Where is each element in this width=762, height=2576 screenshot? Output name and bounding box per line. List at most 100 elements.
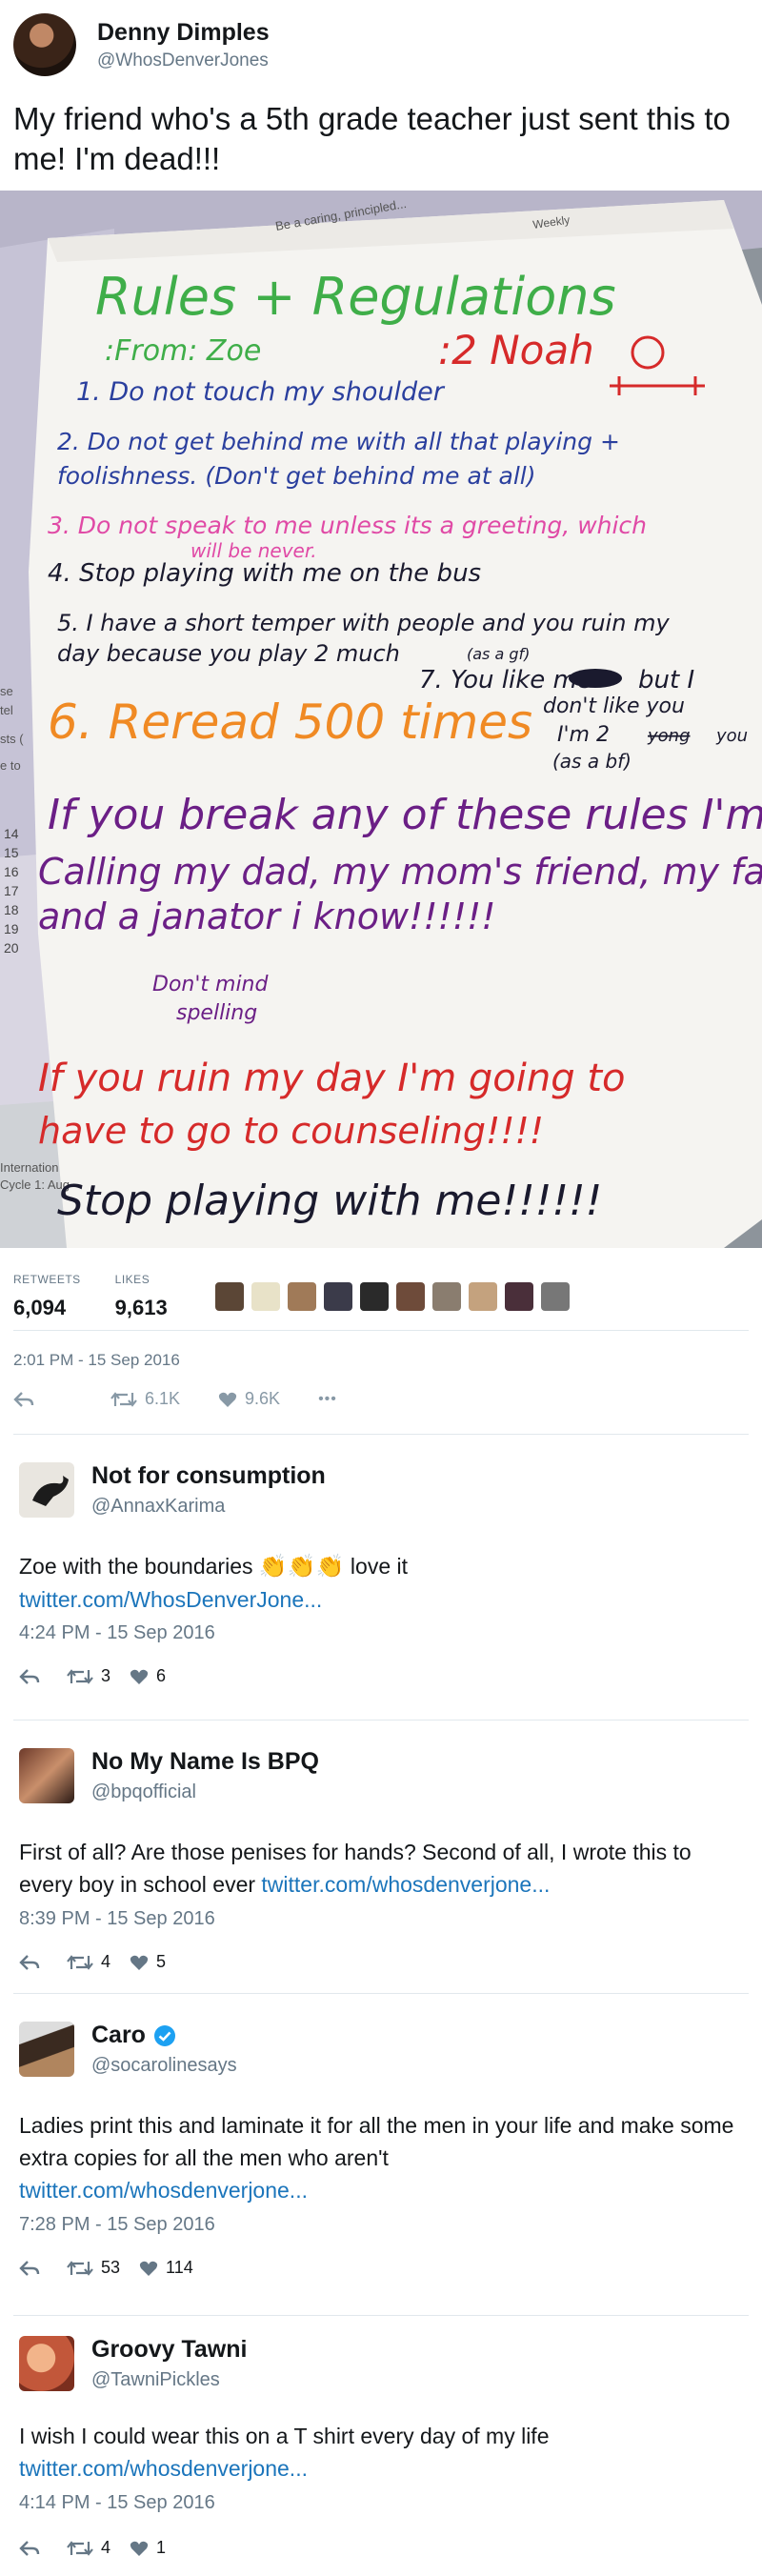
reply-icon (19, 1954, 40, 1970)
retweet-button[interactable]: 53 (67, 2258, 120, 2278)
reply-button[interactable] (19, 2540, 40, 2557)
reply-timestamp[interactable]: 4:24 PM - 15 Sep 2016 (19, 1622, 215, 1644)
rule-4: 4. Stop playing with me on the bus (48, 559, 481, 588)
reply-timestamp[interactable]: 7:28 PM - 15 Sep 2016 (19, 2214, 215, 2236)
like-button[interactable]: 1 (130, 2538, 166, 2558)
reply-button[interactable] (19, 1954, 40, 1971)
reply-link[interactable]: twitter.com/WhosDenverJone... (19, 1587, 322, 1612)
rule-2-line1: 2. Do not get behind me with all that pl… (57, 428, 620, 455)
avatar[interactable] (19, 1748, 74, 1803)
author-handle[interactable]: @WhosDenverJones (97, 50, 270, 71)
retweets-stat[interactable]: RETWEETS 6,094 (13, 1273, 81, 1320)
reply-icon (13, 1391, 34, 1407)
rule-5-line2: day because you play 2 much (57, 640, 400, 667)
break-line1: If you break any of these rules I'm (48, 791, 762, 839)
table-numbers: 14 15 16 17 18 19 20 (4, 826, 19, 956)
reply-header: No My Name Is BPQ @bpqofficial (19, 1748, 319, 1803)
bird-avatar-icon (32, 1476, 69, 1506)
break-line3: and a janator i know!!!!!! (38, 896, 495, 937)
reply-author-name[interactable]: No My Name Is BPQ (91, 1748, 319, 1776)
verified-icon (153, 2024, 176, 2047)
rule-3-line1: 3. Do not speak to me unless its a greet… (48, 512, 647, 539)
retweet-button[interactable]: 4 (67, 1952, 110, 1972)
reply-button[interactable] (19, 1668, 40, 1685)
retweet-icon (67, 2260, 93, 2276)
svg-text:tel: tel (0, 703, 13, 717)
avatar[interactable] (19, 2022, 74, 2077)
stop-line: Stop playing with me!!!!!! (57, 1177, 602, 1225)
reply-actions: 3 6 (19, 1666, 204, 1686)
retweet-button[interactable]: 6.1K (110, 1389, 180, 1409)
reply-button[interactable] (19, 2260, 40, 2277)
liker-avatar[interactable] (504, 1282, 533, 1311)
liker-avatar[interactable] (214, 1282, 244, 1311)
liker-avatar[interactable] (287, 1282, 316, 1311)
svg-text:20: 20 (4, 940, 19, 956)
liker-avatar[interactable] (251, 1282, 280, 1311)
reply-text: Zoe with the boundaries 👏👏👏 love it twit… (19, 1550, 743, 1616)
reply-author-name[interactable]: Caro (91, 2022, 237, 2049)
svg-text:18: 18 (4, 902, 19, 917)
svg-text:se: se (0, 684, 13, 698)
likes-stat[interactable]: LIKES 9,613 (115, 1273, 168, 1320)
reply-header: Not for consumption @AnnaxKarima (19, 1462, 326, 1518)
spelling: spelling (176, 1001, 257, 1025)
reply-timestamp[interactable]: 4:14 PM - 15 Sep 2016 (19, 2492, 215, 2514)
dont-mind: Don't mind (152, 973, 269, 996)
clap-emoji: 👏👏👏 (258, 1554, 345, 1580)
reply-author-handle[interactable]: @AnnaxKarima (91, 1496, 326, 1518)
liker-avatar[interactable] (468, 1282, 497, 1311)
divider (13, 2315, 749, 2316)
ruin-line1: If you ruin my day I'm going to (38, 1057, 625, 1100)
heart-icon (218, 1392, 237, 1407)
reply-link[interactable]: twitter.com/whosdenverjone... (261, 1872, 550, 1897)
like-button[interactable]: 6 (130, 1666, 166, 1686)
liker-avatar[interactable] (431, 1282, 461, 1311)
retweet-icon (67, 1954, 93, 1970)
heart-icon (139, 2261, 158, 2276)
tweet-timestamp[interactable]: 2:01 PM - 15 Sep 2016 (13, 1351, 180, 1370)
svg-text:19: 19 (4, 921, 19, 936)
reply-author-name[interactable]: Not for consumption (91, 1462, 326, 1490)
author-name[interactable]: Denny Dimples (97, 19, 270, 47)
retweet-icon (67, 2540, 93, 2556)
tweet-header: Denny Dimples @WhosDenverJones (13, 13, 270, 76)
reply-timestamp[interactable]: 8:39 PM - 15 Sep 2016 (19, 1908, 215, 1930)
liker-avatar[interactable] (359, 1282, 389, 1311)
reply-author-handle[interactable]: @socarolinesays (91, 2055, 237, 2077)
rule-1: 1. Do not touch my shoulder (76, 377, 446, 407)
liker-avatar[interactable] (540, 1282, 570, 1311)
rule-7-end: but I (638, 666, 694, 694)
retweet-icon (67, 1668, 93, 1684)
ruin-line2: have to go to counseling!!!! (38, 1110, 544, 1152)
like-button[interactable]: 9.6K (218, 1389, 280, 1409)
more-button[interactable]: ••• (318, 1391, 337, 1408)
tweet-text: My friend who's a 5th grade teacher just… (13, 101, 731, 176)
tweet-photo[interactable]: Be a caring, principled... Weekly 14 15 … (0, 191, 762, 1248)
avatar[interactable] (13, 13, 76, 76)
as-a-gf: (as a gf) (467, 645, 530, 663)
reply-link[interactable]: twitter.com/whosdenverjone... (19, 2456, 308, 2481)
rule-5-line1: 5. I have a short temper with people and… (57, 610, 670, 636)
note-to: :2 Noah (438, 327, 594, 373)
reply-author-name[interactable]: Groovy Tawni (91, 2336, 247, 2364)
divider (13, 1330, 749, 1331)
retweet-button[interactable]: 4 (67, 2538, 110, 2558)
reply-icon (19, 2260, 40, 2276)
avatar[interactable] (19, 1462, 74, 1518)
like-button[interactable]: 114 (139, 2258, 193, 2278)
liker-avatar[interactable] (323, 1282, 352, 1311)
reply-author-handle[interactable]: @bpqofficial (91, 1781, 319, 1803)
reply-button[interactable] (13, 1391, 34, 1408)
tweet-stats: RETWEETS 6,094 LIKES 9,613 (13, 1273, 577, 1320)
heart-icon (130, 1669, 149, 1684)
reply-author-handle[interactable]: @TawniPickles (91, 2369, 247, 2391)
break-line2: Calling my dad, my mom's friend, my fake… (38, 851, 762, 893)
scribble (569, 669, 622, 688)
reply-actions: 53 114 (19, 2258, 231, 2278)
reply-link[interactable]: twitter.com/whosdenverjone... (19, 2178, 308, 2203)
retweet-button[interactable]: 3 (67, 1666, 110, 1686)
liker-avatar[interactable] (395, 1282, 425, 1311)
like-button[interactable]: 5 (130, 1952, 166, 1972)
avatar[interactable] (19, 2336, 74, 2391)
